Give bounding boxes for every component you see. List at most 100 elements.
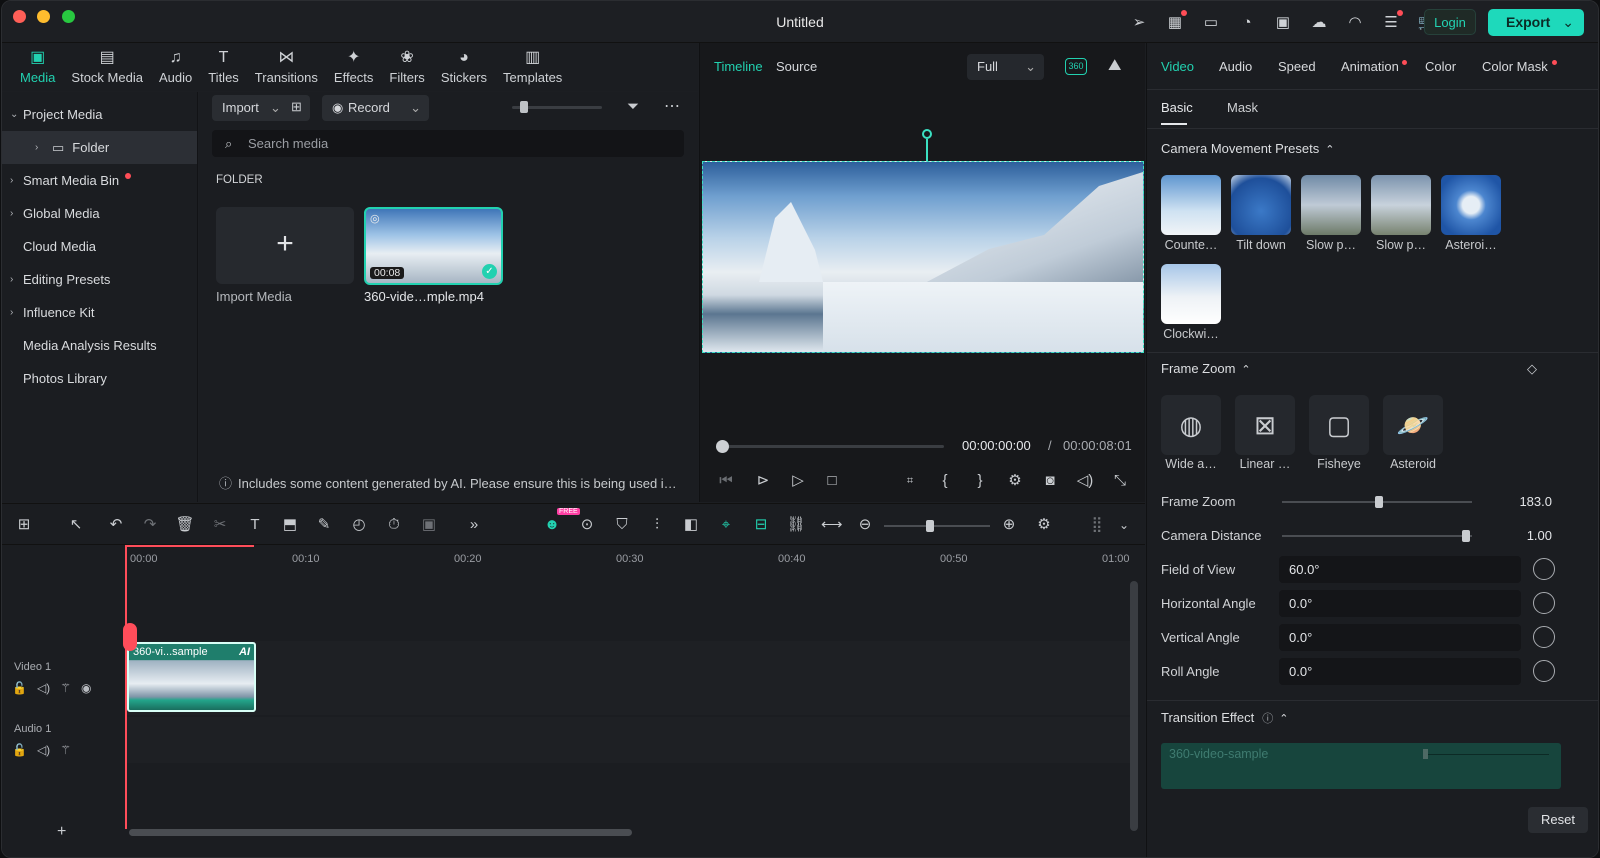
tab-source[interactable]: Source <box>776 59 817 74</box>
video-preview[interactable] <box>702 161 1144 353</box>
settings-icon[interactable]: ⚙ <box>1005 471 1025 491</box>
ai-copilot-icon[interactable]: ☻ <box>542 515 562 535</box>
volume-icon[interactable]: ◁) <box>1075 471 1095 491</box>
tab-audio[interactable]: ♫ Audio <box>151 43 200 91</box>
cloud-upload-icon[interactable]: ☁ <box>1308 12 1330 32</box>
zoom-out-icon[interactable]: ⊖ <box>855 515 875 535</box>
lock-icon[interactable]: 🔓 <box>12 681 27 695</box>
login-button[interactable]: Login <box>1424 9 1476 35</box>
tab-speed[interactable]: Speed <box>1278 59 1316 74</box>
thumbnail-size-slider[interactable] <box>512 101 602 113</box>
more-icon[interactable]: ⋯ <box>664 96 680 116</box>
search-input[interactable]: ⌕ Search media <box>212 130 684 157</box>
slider-handle[interactable] <box>520 101 528 113</box>
cut-icon[interactable]: ✂ <box>210 515 230 535</box>
record-dropdown[interactable]: ◉ Record ⌄ <box>322 95 429 121</box>
speaker-icon[interactable]: ◁) <box>37 743 50 757</box>
redo-icon[interactable]: ↷ <box>140 515 160 535</box>
slider-handle[interactable] <box>926 520 934 532</box>
preset-counterclockwise[interactable] <box>1161 175 1221 235</box>
transition-heading[interactable]: Transition Effect ⓘ ⌃ <box>1161 710 1288 726</box>
tab-timeline[interactable]: Timeline <box>714 59 763 74</box>
zoom-fisheye[interactable]: ▢ <box>1309 395 1369 455</box>
sidebar-item-project-media[interactable]: ⌄ Project Media <box>2 98 197 131</box>
layout-grid-icon[interactable]: ⊞ <box>14 515 34 535</box>
sidebar-item-editing-presets[interactable]: › Editing Presets <box>2 263 197 296</box>
send-icon[interactable]: ➢ <box>1128 12 1150 32</box>
delete-icon[interactable]: 🗑 <box>175 515 195 535</box>
video-clip[interactable]: 360-vi...sample AI <box>127 642 256 712</box>
time-ruler[interactable]: 00:00 00:10 00:20 00:30 00:40 00:50 01:0… <box>126 545 1136 567</box>
filter-icon[interactable]: ⏷ <box>627 98 639 115</box>
sidebar-item-folder[interactable]: › ▭ Folder <box>2 131 197 164</box>
text-icon[interactable]: T <box>245 515 265 535</box>
horizontal-scrollbar[interactable] <box>129 829 632 836</box>
tab-stickers[interactable]: ◕ Stickers <box>433 43 495 91</box>
import-media-tile[interactable]: + <box>216 207 354 284</box>
preset-clockwise[interactable] <box>1161 264 1221 324</box>
magic-wand-icon[interactable]: ⚚ <box>60 681 71 695</box>
headset-icon[interactable]: ◠ <box>1344 12 1366 32</box>
preset-slow-pan-2[interactable] <box>1371 175 1431 235</box>
ripple-icon[interactable]: ⊟ <box>751 515 771 535</box>
tab-effects[interactable]: ✦ Effects <box>326 43 382 91</box>
save-icon[interactable]: ▣ <box>1272 12 1294 32</box>
zoom-linear[interactable]: ⊠ <box>1235 395 1295 455</box>
layout-icon[interactable]: ▭ <box>1200 12 1222 32</box>
roll-angle-input[interactable]: 0.0° <box>1279 658 1521 685</box>
more-tools-icon[interactable]: » <box>464 515 484 535</box>
tab-stock-media[interactable]: ▤ Stock Media <box>63 43 151 91</box>
slider-handle[interactable] <box>1374 496 1383 508</box>
rotate-handle[interactable] <box>922 129 932 139</box>
field-of-view-input[interactable]: 60.0° <box>1279 556 1521 583</box>
subtab-basic[interactable]: Basic <box>1161 100 1193 115</box>
chevron-down-icon[interactable]: ⌄ <box>1114 515 1134 535</box>
sidebar-item-global-media[interactable]: › Global Media <box>2 197 197 230</box>
slider-handle[interactable] <box>1462 530 1471 542</box>
pen-icon[interactable]: ✎ <box>314 515 334 535</box>
eye-icon[interactable]: ◉ <box>81 681 91 695</box>
field-of-view-dial[interactable] <box>1533 558 1555 580</box>
clip-thumbnail[interactable]: ◎ 00:08 ✓ <box>364 207 503 285</box>
transition-handle[interactable] <box>1423 749 1428 759</box>
fit-timeline-icon[interactable]: ⟷ <box>821 515 843 535</box>
scrubber-handle[interactable] <box>716 440 729 453</box>
play-frame-icon[interactable]: ⊳ <box>753 471 773 491</box>
speed-icon[interactable]: ◴ <box>349 515 369 535</box>
sidebar-item-smart-media-bin[interactable]: › Smart Media Bin <box>2 164 197 197</box>
transition-clip-bar[interactable]: 360-video-sample <box>1161 743 1561 789</box>
mark-in-icon[interactable]: { <box>935 471 955 491</box>
calendar-icon[interactable]: ▦ <box>1164 10 1187 32</box>
split-screen-icon[interactable]: ◧ <box>681 515 701 535</box>
roll-angle-dial[interactable] <box>1533 660 1555 682</box>
sync-icon[interactable]: ◔ <box>1236 12 1258 32</box>
timeline-settings-icon[interactable]: ⚙ <box>1034 515 1054 535</box>
tab-color-mask[interactable]: Color Mask <box>1482 59 1548 74</box>
tab-templates[interactable]: ▥ Templates <box>495 43 570 91</box>
tab-titles[interactable]: T Titles <box>200 43 247 91</box>
select-tool-icon[interactable]: ↖ <box>66 515 86 535</box>
keyframe-icon[interactable]: ◇ <box>1527 361 1537 377</box>
undo-icon[interactable]: ↶ <box>106 515 126 535</box>
menu-icon[interactable]: ☰ <box>1380 10 1403 32</box>
timer-icon[interactable]: ⏱ <box>384 515 404 535</box>
360-view-icon[interactable]: 360 <box>1065 58 1087 75</box>
sidebar-item-influence-kit[interactable]: › Influence Kit <box>2 296 197 329</box>
play-icon[interactable]: ▷ <box>788 471 808 491</box>
freeze-icon[interactable]: ▣ <box>419 515 439 535</box>
snap-icon[interactable]: ⌖ <box>716 515 736 535</box>
timeline-zoom-slider[interactable] <box>884 520 990 532</box>
preset-asteroid[interactable] <box>1441 175 1501 235</box>
sidebar-item-photos-library[interactable]: Photos Library <box>2 362 197 395</box>
horizontal-angle-input[interactable]: 0.0° <box>1279 590 1521 617</box>
camera-distance-slider[interactable] <box>1282 530 1472 542</box>
camera-presets-heading[interactable]: Camera Movement Presets ⌃ <box>1161 141 1334 156</box>
playhead-marker[interactable] <box>123 623 137 651</box>
track-view-icon[interactable]: ⣿ <box>1087 515 1107 535</box>
sidebar-item-cloud-media[interactable]: Cloud Media <box>2 230 197 263</box>
frame-zoom-slider[interactable] <box>1282 496 1472 508</box>
tab-transitions[interactable]: ⋈ Transitions <box>247 43 326 91</box>
link-icon[interactable]: ⛓ <box>786 515 806 535</box>
image-icon[interactable]: ⛰ <box>1108 57 1121 75</box>
add-track-icon[interactable]: + <box>57 823 66 841</box>
